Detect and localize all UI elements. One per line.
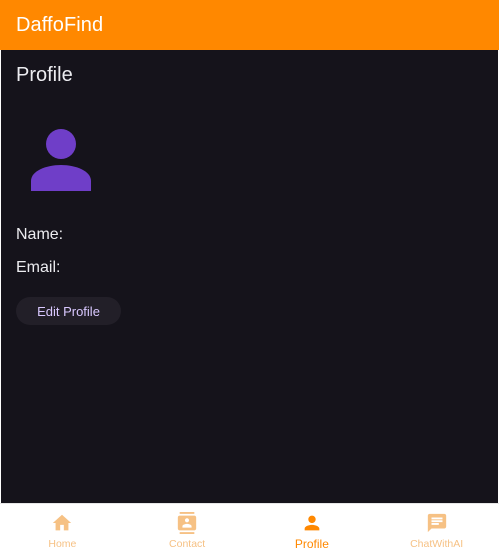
nav-item-home[interactable]: Home xyxy=(0,504,125,553)
nav-label-chatwithai: ChatWithAI xyxy=(410,538,464,550)
nav-label-contact: Contact xyxy=(169,538,206,550)
profile-screen: Profile Name: Email: Edit Profile xyxy=(1,50,498,503)
bottom-navigation: Home Contact Profile ChatWithAI xyxy=(0,503,499,553)
app-bar: DaffoFind xyxy=(0,0,499,50)
nav-item-chatwithai[interactable]: ChatWithAI xyxy=(374,504,499,553)
edit-profile-button[interactable]: Edit Profile xyxy=(16,297,121,325)
contact-icon xyxy=(177,512,197,534)
nav-label-profile: Profile xyxy=(294,537,329,551)
home-icon xyxy=(53,514,72,531)
page-title: Profile xyxy=(16,64,73,86)
nav-label-home: Home xyxy=(48,538,77,550)
app-root: DaffoFind Profile Name: Email: Edit Prof… xyxy=(0,0,499,553)
nav-item-contact[interactable]: Contact xyxy=(125,504,250,553)
app-title: DaffoFind xyxy=(16,13,104,36)
email-label: Email: xyxy=(16,259,61,276)
nav-item-profile[interactable]: Profile xyxy=(250,504,375,553)
person-icon xyxy=(304,515,320,531)
chat-icon xyxy=(427,513,446,533)
avatar-person-icon xyxy=(31,129,91,191)
name-label: Name: xyxy=(16,226,64,243)
